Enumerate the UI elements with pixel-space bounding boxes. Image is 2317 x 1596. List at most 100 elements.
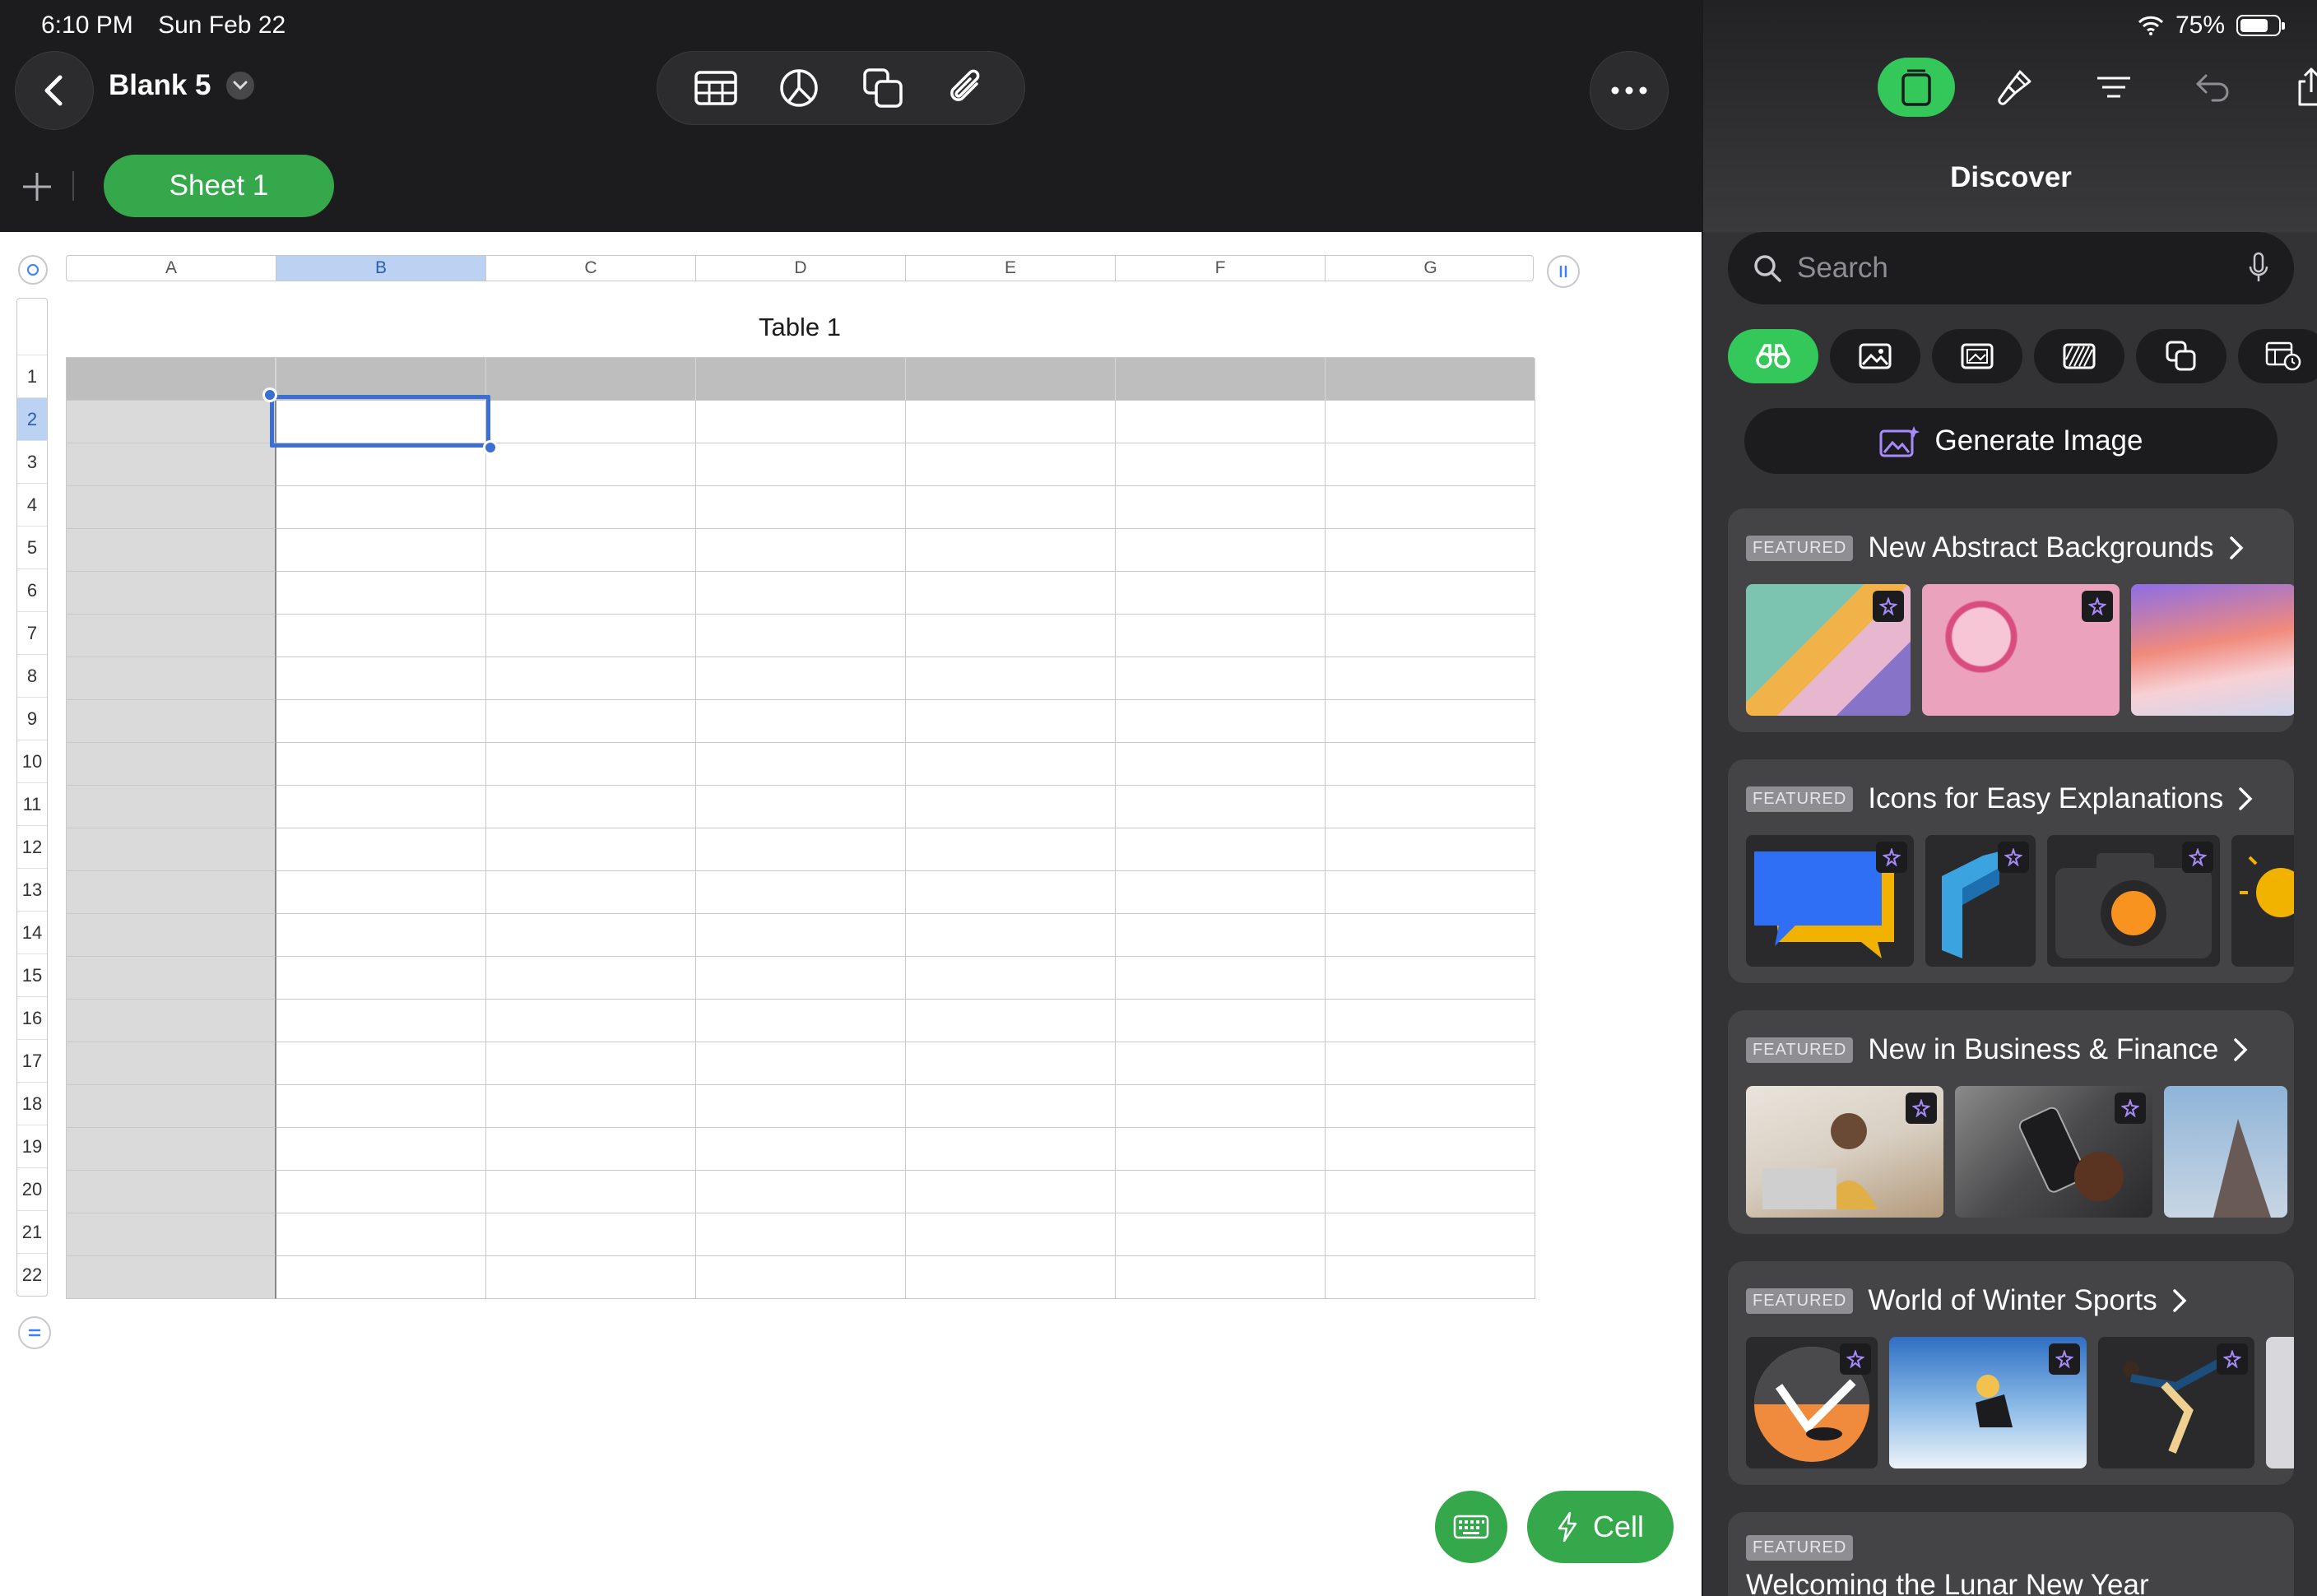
cell-g15[interactable]	[1326, 957, 1535, 1000]
thumbnail-phone-coffee[interactable]	[1955, 1086, 2152, 1218]
cell-b6[interactable]	[276, 572, 486, 615]
cell-f17[interactable]	[1116, 1042, 1326, 1085]
cell-g13[interactable]	[1326, 871, 1535, 914]
cell-g18[interactable]	[1326, 1085, 1535, 1128]
cell-b11[interactable]	[276, 786, 486, 828]
add-row-handle[interactable]	[18, 1316, 51, 1349]
media-browser-tab[interactable]	[1878, 58, 1955, 117]
thumbnail-camera[interactable]	[2047, 835, 2220, 967]
featured-card-lunar-new-year[interactable]: FEATURED Welcoming the Lunar New Year	[1728, 1512, 2294, 1596]
cell-c2[interactable]	[486, 401, 696, 443]
cell-f11[interactable]	[1116, 786, 1326, 828]
cell-d4[interactable]	[696, 486, 906, 529]
cell-c6[interactable]	[486, 572, 696, 615]
cell-b20[interactable]	[276, 1171, 486, 1213]
table-icon[interactable]	[687, 59, 745, 117]
cell-d14[interactable]	[696, 914, 906, 957]
cell-a8[interactable]	[67, 657, 276, 700]
cell-a10[interactable]	[67, 743, 276, 786]
spreadsheet-canvas[interactable]: A B C D E F G Table 1 1 2 3 4 5 6 7 8 9 10 11 12 13 1…	[0, 232, 1702, 1596]
cell-f13[interactable]	[1116, 871, 1326, 914]
cell-c17[interactable]	[486, 1042, 696, 1085]
cell-f7[interactable]	[1116, 615, 1326, 657]
category-illustrations[interactable]	[1932, 329, 2022, 383]
cell-e14[interactable]	[906, 914, 1116, 957]
microphone-icon[interactable]	[2248, 252, 2269, 285]
paperclip-icon[interactable]	[937, 59, 995, 117]
shapes-icon[interactable]	[854, 59, 912, 117]
cell-d17[interactable]	[696, 1042, 906, 1085]
cell-a20[interactable]	[67, 1171, 276, 1213]
row-header-5[interactable]: 5	[17, 526, 47, 568]
cell-c3[interactable]	[486, 443, 696, 486]
selected-cell-b2[interactable]	[262, 387, 498, 455]
cell-f4[interactable]	[1116, 486, 1326, 529]
thumbnail-skyscraper[interactable]	[2164, 1086, 2287, 1218]
cell-a3[interactable]	[67, 443, 276, 486]
thumbnail-speech-bubble[interactable]	[1746, 835, 1914, 967]
cell-d12[interactable]	[696, 828, 906, 871]
document-title[interactable]: Blank 5	[109, 69, 254, 102]
cell-g21[interactable]	[1326, 1213, 1535, 1256]
row-header-12[interactable]: 12	[17, 825, 47, 868]
cell-d3[interactable]	[696, 443, 906, 486]
cell-d21[interactable]	[696, 1213, 906, 1256]
cell-a17[interactable]	[67, 1042, 276, 1085]
row-header-17[interactable]: 17	[17, 1039, 47, 1082]
thumbnail-abstract-2[interactable]	[1922, 584, 2120, 716]
cell-g2[interactable]	[1326, 401, 1535, 443]
row-header-6[interactable]: 6	[17, 568, 47, 611]
cell-g8[interactable]	[1326, 657, 1535, 700]
cell-d8[interactable]	[696, 657, 906, 700]
cell-b9[interactable]	[276, 700, 486, 743]
more-button[interactable]	[1590, 51, 1669, 130]
cell-c20[interactable]	[486, 1171, 696, 1213]
thumbnail-hockey[interactable]	[1746, 1337, 1878, 1468]
cell-g9[interactable]	[1326, 700, 1535, 743]
row-header-14[interactable]: 14	[17, 911, 47, 953]
search-input[interactable]: Search	[1728, 232, 2294, 304]
cell-e16[interactable]	[906, 1000, 1116, 1042]
cell-a4[interactable]	[67, 486, 276, 529]
cell-b10[interactable]	[276, 743, 486, 786]
back-button[interactable]	[15, 51, 94, 130]
keyboard-button[interactable]	[1435, 1491, 1507, 1563]
selection-handle-top-left[interactable]	[262, 387, 277, 402]
cell-d1[interactable]	[696, 358, 906, 401]
cell-b8[interactable]	[276, 657, 486, 700]
cell-b14[interactable]	[276, 914, 486, 957]
cell-b13[interactable]	[276, 871, 486, 914]
column-header-e[interactable]: E	[906, 256, 1116, 281]
cell-a14[interactable]	[67, 914, 276, 957]
cell-a5[interactable]	[67, 529, 276, 572]
cell-c15[interactable]	[486, 957, 696, 1000]
row-header-16[interactable]: 16	[17, 996, 47, 1039]
cell-g14[interactable]	[1326, 914, 1535, 957]
add-sheet-button[interactable]	[15, 165, 59, 209]
generate-image-button[interactable]: Generate Image	[1744, 408, 2278, 474]
cell-e11[interactable]	[906, 786, 1116, 828]
category-discover[interactable]	[1728, 329, 1818, 383]
cell-e6[interactable]	[906, 572, 1116, 615]
row-header-18[interactable]: 18	[17, 1082, 47, 1125]
cell-f2[interactable]	[1116, 401, 1326, 443]
cell-c8[interactable]	[486, 657, 696, 700]
cell-f19[interactable]	[1116, 1128, 1326, 1171]
chart-icon[interactable]	[770, 59, 828, 117]
cell-d13[interactable]	[696, 871, 906, 914]
cell-c18[interactable]	[486, 1085, 696, 1128]
column-header-g[interactable]: G	[1326, 256, 1533, 281]
cell-e3[interactable]	[906, 443, 1116, 486]
cell-c4[interactable]	[486, 486, 696, 529]
row-header-3[interactable]: 3	[17, 440, 47, 483]
row-header-20[interactable]: 20	[17, 1167, 47, 1210]
thumbnail-abstract-3[interactable]	[2131, 584, 2294, 716]
featured-card-business-finance[interactable]: FEATURED New in Business & Finance	[1728, 1010, 2294, 1234]
thumbnail-abstract-1[interactable]	[1746, 584, 1911, 716]
cell-c9[interactable]	[486, 700, 696, 743]
cell-c13[interactable]	[486, 871, 696, 914]
cell-g6[interactable]	[1326, 572, 1535, 615]
cell-f6[interactable]	[1116, 572, 1326, 615]
cell-g19[interactable]	[1326, 1128, 1535, 1171]
row-header-19[interactable]: 19	[17, 1125, 47, 1167]
